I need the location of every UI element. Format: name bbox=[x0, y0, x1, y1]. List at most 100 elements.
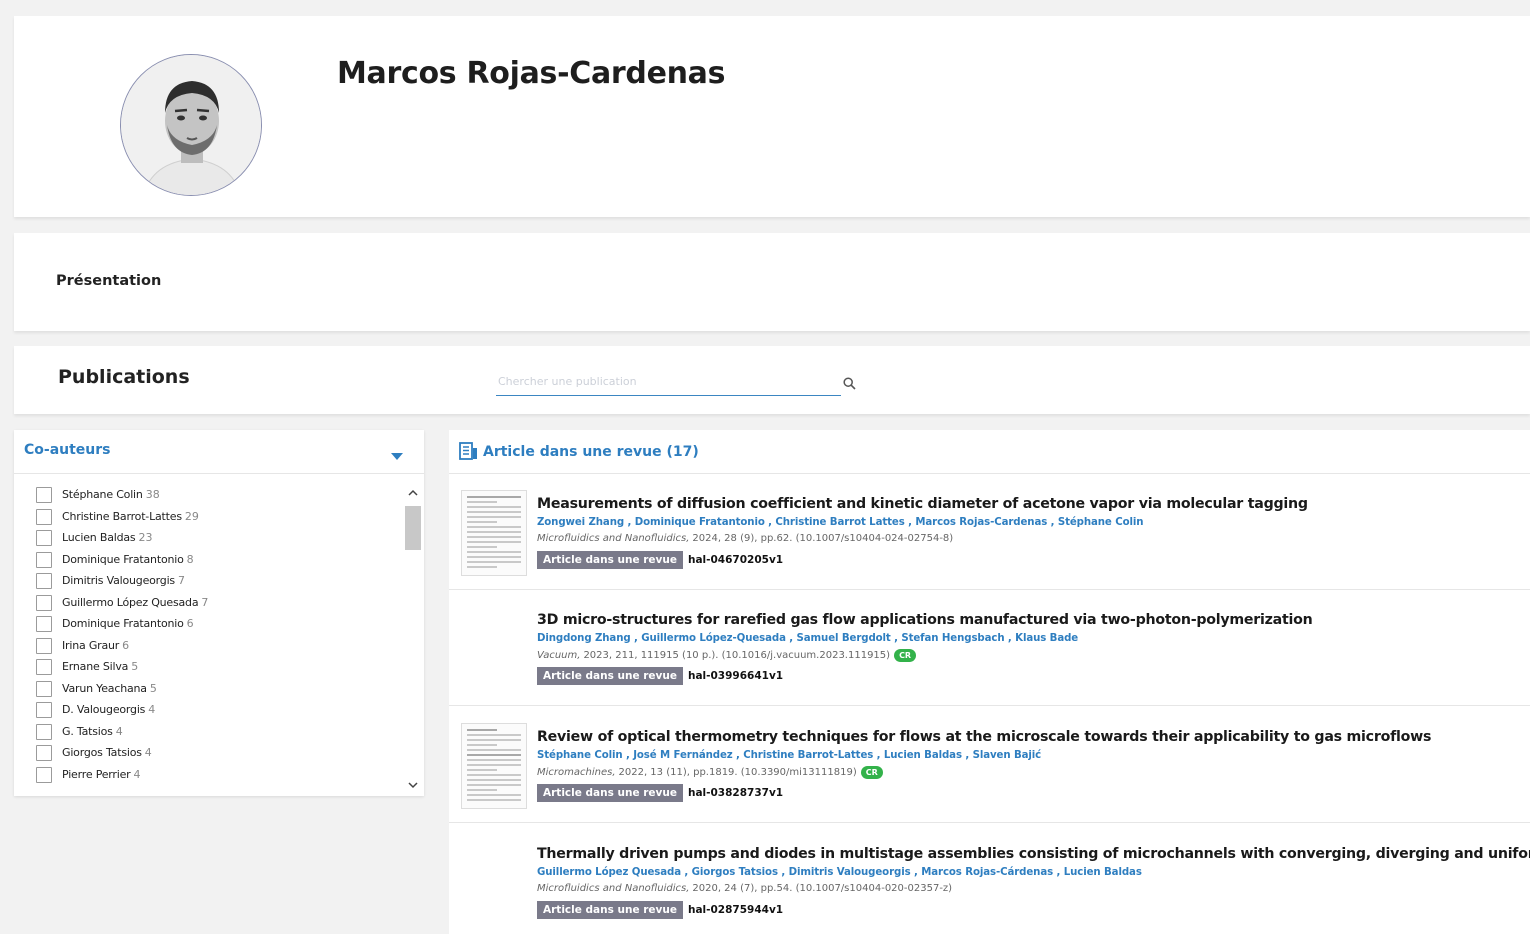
coauthor-checkbox[interactable] bbox=[36, 680, 52, 697]
articles-header: Article dans une revue (17) bbox=[449, 430, 1530, 474]
article-thumbnail[interactable] bbox=[461, 723, 527, 809]
coauthor-name: Christine Barrot-Lattes bbox=[62, 510, 182, 523]
coauthor-checkbox[interactable] bbox=[36, 637, 52, 654]
coauthor-count: 5 bbox=[149, 682, 157, 695]
coauthor-item[interactable]: Stéphane Colin 38 bbox=[36, 484, 396, 505]
coauthor-checkbox[interactable] bbox=[36, 529, 52, 546]
article-item: Measurements of diffusion coefficient an… bbox=[449, 476, 1530, 590]
articles-title: Article dans une revue (17) bbox=[483, 444, 699, 460]
coauthor-name: G. Tatsios bbox=[62, 725, 113, 738]
coauthor-name: Varun Yeachana bbox=[62, 682, 147, 695]
coauthors-facet: Co-auteurs Stéphane Colin 38 Christine Ba… bbox=[14, 430, 424, 796]
article-tags: Article dans une revue hal-04670205v1 bbox=[537, 551, 783, 569]
article-journal: Microfluidics and Nanofluidics, bbox=[537, 883, 690, 894]
coauthor-checkbox[interactable] bbox=[36, 508, 52, 525]
coauthor-checkbox[interactable] bbox=[36, 658, 52, 675]
article-journal: Microfluidics and Nanofluidics, bbox=[537, 533, 690, 544]
coauthor-count: 29 bbox=[184, 510, 199, 523]
article-title[interactable]: Measurements of diffusion coefficient an… bbox=[537, 496, 1308, 512]
article-source: Vacuum, 2023, 211, 111915 (10 p.). (10.10… bbox=[537, 649, 917, 662]
avatar bbox=[120, 54, 262, 196]
coauthors-list: Stéphane Colin 38 Christine Barrot-Lattes… bbox=[14, 482, 402, 792]
coauthor-item[interactable]: G. Tatsios 4 bbox=[36, 721, 396, 742]
coauthor-name: Giorgos Tatsios bbox=[62, 746, 142, 759]
coauthor-checkbox[interactable] bbox=[36, 615, 52, 632]
article-authors[interactable]: Guillermo López Quesada , Giorgos Tatsio… bbox=[537, 867, 1142, 878]
coauthor-name: D. Valougeorgis bbox=[62, 703, 146, 716]
article-journal: Micromachines, bbox=[537, 767, 616, 778]
scroll-down-icon[interactable] bbox=[404, 776, 422, 794]
coauthor-checkbox[interactable] bbox=[36, 594, 52, 611]
coauthor-item[interactable]: D. Valougeorgis 4 bbox=[36, 699, 396, 720]
coauthor-count: 4 bbox=[133, 768, 141, 781]
coauthor-checkbox[interactable] bbox=[36, 572, 52, 589]
article-title[interactable]: Review of optical thermometry techniques… bbox=[537, 729, 1431, 745]
coauthor-checkbox[interactable] bbox=[36, 486, 52, 503]
article-details: 2022, 13 (11), pp.1819. (10.3390/mi13111… bbox=[618, 767, 857, 778]
document-icon bbox=[459, 442, 479, 464]
coauthor-count: 6 bbox=[122, 639, 130, 652]
coauthor-count: 23 bbox=[138, 531, 153, 544]
coauthor-item[interactable]: Dominique Fratantonio 6 bbox=[36, 613, 396, 634]
coauthor-name: Irina Graur bbox=[62, 639, 120, 652]
coauthor-count: 7 bbox=[201, 596, 209, 609]
coauthor-checkbox[interactable] bbox=[36, 551, 52, 568]
article-details: 2024, 28 (9), pp.62. (10.1007/s10404-024… bbox=[692, 533, 954, 544]
coauthor-checkbox[interactable] bbox=[36, 766, 52, 783]
article-source: Micromachines, 2022, 13 (11), pp.1819. (1… bbox=[537, 766, 883, 779]
article-authors[interactable]: Zongwei Zhang , Dominique Fratantonio , … bbox=[537, 517, 1144, 528]
article-details: 2020, 24 (7), pp.54. (10.1007/s10404-020… bbox=[692, 883, 953, 894]
article-source: Microfluidics and Nanofluidics, 2024, 28 … bbox=[537, 533, 953, 544]
hal-id[interactable]: hal-02875944v1 bbox=[688, 904, 783, 916]
search-input[interactable] bbox=[496, 368, 816, 394]
coauthor-item[interactable]: Dimitris Valougeorgis 7 bbox=[36, 570, 396, 591]
coauthors-header[interactable]: Co-auteurs bbox=[14, 430, 424, 474]
scrollbar-thumb[interactable] bbox=[405, 506, 421, 550]
article-tags: Article dans une revue hal-02875944v1 bbox=[537, 901, 783, 919]
article-authors[interactable]: Stéphane Colin , José M Fernández , Chri… bbox=[537, 750, 1041, 761]
profile-name: Marcos Rojas-Cardenas bbox=[337, 56, 726, 91]
coauthor-checkbox[interactable] bbox=[36, 744, 52, 761]
cr-badge: CR bbox=[894, 649, 917, 662]
scroll-up-icon[interactable] bbox=[404, 484, 422, 502]
caret-down-icon[interactable] bbox=[391, 446, 403, 465]
article-title[interactable]: Thermally driven pumps and diodes in mul… bbox=[537, 846, 1530, 862]
coauthor-name: Ernane Silva bbox=[62, 660, 129, 673]
article-type-badge: Article dans une revue bbox=[537, 901, 683, 919]
article-journal: Vacuum, bbox=[537, 650, 581, 661]
article-tags: Article dans une revue hal-03828737v1 bbox=[537, 784, 783, 802]
search-box bbox=[496, 368, 856, 396]
article-type-badge: Article dans une revue bbox=[537, 784, 683, 802]
coauthor-item[interactable]: Giorgos Tatsios 4 bbox=[36, 742, 396, 763]
article-authors[interactable]: Dingdong Zhang , Guillermo López-Quesada… bbox=[537, 633, 1078, 644]
search-icon[interactable] bbox=[843, 375, 857, 390]
coauthors-title: Co-auteurs bbox=[24, 442, 111, 458]
coauthor-item[interactable]: Pierre Perrier 4 bbox=[36, 764, 396, 785]
hal-id[interactable]: hal-03828737v1 bbox=[688, 787, 783, 799]
coauthor-item[interactable]: Dominique Fratantonio 8 bbox=[36, 549, 396, 570]
coauthor-item[interactable]: Guillermo López Quesada 7 bbox=[36, 592, 396, 613]
coauthor-item[interactable]: Varun Yeachana 5 bbox=[36, 678, 396, 699]
coauthor-item[interactable]: Christine Barrot-Lattes 29 bbox=[36, 506, 396, 527]
coauthor-item[interactable]: Ernane Silva 5 bbox=[36, 656, 396, 677]
article-title[interactable]: 3D micro-structures for rarefied gas flo… bbox=[537, 612, 1313, 628]
coauthor-count: 7 bbox=[177, 574, 185, 587]
coauthor-name: Dominique Fratantonio bbox=[62, 553, 184, 566]
coauthor-count: 4 bbox=[115, 725, 123, 738]
coauthor-name: Guillermo López Quesada bbox=[62, 596, 199, 609]
coauthors-scrollbar[interactable] bbox=[404, 484, 422, 794]
publications-title: Publications bbox=[58, 366, 190, 388]
coauthor-name: Pierre Perrier bbox=[62, 768, 131, 781]
hal-id[interactable]: hal-03996641v1 bbox=[688, 670, 783, 682]
coauthor-item[interactable]: Irina Graur 6 bbox=[36, 635, 396, 656]
coauthor-checkbox[interactable] bbox=[36, 723, 52, 740]
coauthor-count: 4 bbox=[148, 703, 156, 716]
article-thumbnail[interactable] bbox=[461, 490, 527, 576]
coauthor-checkbox[interactable] bbox=[36, 701, 52, 718]
coauthor-count: 4 bbox=[144, 746, 152, 759]
coauthor-name: Lucien Baldas bbox=[62, 531, 136, 544]
coauthor-item[interactable]: Lucien Baldas 23 bbox=[36, 527, 396, 548]
article-item: Thermally driven pumps and diodes in mul… bbox=[449, 826, 1530, 934]
article-item: Review of optical thermometry techniques… bbox=[449, 709, 1530, 823]
hal-id[interactable]: hal-04670205v1 bbox=[688, 554, 783, 566]
